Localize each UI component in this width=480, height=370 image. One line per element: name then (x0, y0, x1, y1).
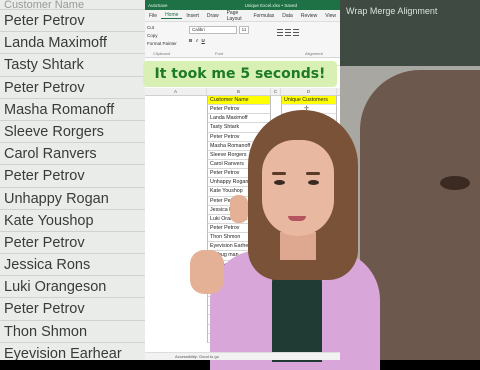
presenter-brow-right (306, 172, 320, 175)
italic-button[interactable]: I (196, 38, 197, 43)
background-list-item: Peter Petrov (0, 298, 145, 321)
background-list-item: Eyevision Earhear (0, 343, 145, 360)
background-ribbon-text: Wrap Merge Alignment (346, 6, 438, 16)
column-headers: A B C D (145, 88, 340, 96)
caption-banner: It took me 5 seconds! (143, 61, 337, 87)
align-center-icon[interactable] (285, 27, 291, 36)
ribbon-tabs: File Home Insert Draw Page Layout Formulas Dat… (145, 10, 340, 22)
presenter-eye-left (274, 180, 285, 185)
tab-view[interactable]: View (321, 13, 340, 19)
font-group-label: Font (215, 51, 224, 56)
background-list: Customer Name Peter Petrov Landa Maximoff T… (0, 0, 145, 360)
background-list-item: Jessica Rons (0, 254, 145, 277)
background-list-item: Peter Petrov (0, 77, 145, 99)
column-header-c[interactable]: C (271, 88, 281, 95)
status-bar: Accessibility: Good to go (145, 352, 340, 360)
title-bar: AutoSave Unique Excel.xlsx • Saved (145, 0, 340, 10)
background-list-item: Masha Romanoff (0, 99, 145, 121)
underline-button[interactable]: U (202, 38, 205, 43)
tab-formulas[interactable]: Formulas (249, 13, 278, 19)
column-header-d[interactable]: D (281, 88, 337, 95)
column-header-a[interactable]: A (145, 88, 207, 95)
tab-insert[interactable]: Insert (182, 13, 203, 19)
background-list-item: Luki Orangeson (0, 276, 145, 299)
clipboard-group-label: Clipboard (153, 51, 171, 56)
tab-review[interactable]: Review (297, 13, 321, 19)
format-painter-button[interactable]: Format Painter (147, 41, 185, 46)
background-list-item: Customer Name (0, 0, 145, 11)
autosave-label[interactable]: AutoSave (148, 3, 168, 8)
bold-button[interactable]: B (189, 38, 192, 43)
background-list-item: Landa Maximoff (0, 32, 145, 55)
format-buttons: B I U (189, 38, 205, 43)
caption-text: It took me 5 seconds! (154, 66, 326, 82)
background-list-item: Peter Petrov (0, 232, 145, 255)
presenter-brow-left (272, 172, 286, 175)
presenter-eye-right (308, 180, 319, 185)
tab-page-layout[interactable]: Page Layout (223, 10, 250, 22)
tab-data[interactable]: Data (278, 13, 297, 19)
alignment-buttons (277, 27, 299, 36)
align-left-icon[interactable] (277, 27, 283, 36)
tab-home[interactable]: Home (161, 12, 183, 19)
copy-button[interactable]: Copy (147, 33, 185, 38)
column-header-b[interactable]: B (207, 88, 271, 95)
background-list-item: Unhappy Rogan (0, 188, 145, 210)
font-name-select[interactable]: Calibri (189, 26, 237, 34)
presenter-mouth (288, 216, 306, 221)
background-list-item: Peter Petrov (0, 165, 145, 188)
alignment-group-label: Alignment (305, 51, 323, 56)
background-list-item: Thon Shmon (0, 321, 145, 343)
font-size-select[interactable]: 11 (239, 26, 249, 34)
background-ribbon: Wrap Merge Alignment (340, 0, 480, 66)
align-right-icon[interactable] (293, 27, 299, 36)
presenter-hand (190, 250, 224, 294)
background-list-item: Sleeve Rorgers (0, 121, 145, 144)
background-list-item: Tasty Shtark (0, 54, 145, 77)
document-title: Unique Excel.xlsx • Saved (244, 2, 297, 8)
ribbon-home: Cut Copy Format Painter Calibri 11 B I U… (145, 22, 340, 58)
tab-draw[interactable]: Draw (203, 13, 223, 19)
clipboard-group: Cut Copy Format Painter (147, 25, 185, 49)
tab-file[interactable]: File (145, 13, 161, 19)
presenter-neck (280, 232, 316, 260)
presenter-face (262, 140, 334, 236)
background-list-item: Kate Youshop (0, 210, 145, 232)
cut-button[interactable]: Cut (147, 25, 185, 30)
presenter (180, 100, 380, 370)
presenter-raised-hand (230, 195, 248, 223)
background-eye (440, 176, 470, 190)
background-list-item: Carol Ranvers (0, 143, 145, 166)
background-list-item: Peter Petrov (0, 10, 145, 33)
